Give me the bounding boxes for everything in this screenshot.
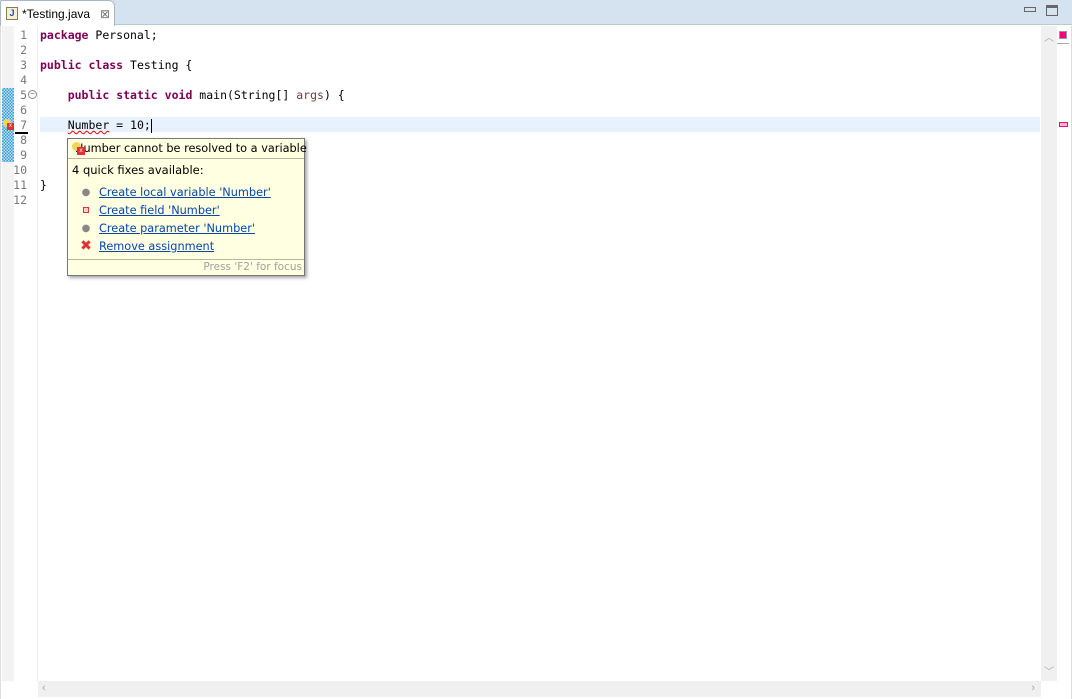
parameter-name: args xyxy=(296,88,324,102)
local-variable-icon: ● xyxy=(81,186,91,198)
code-text: Testing { xyxy=(123,58,193,72)
code-text: main(String[] xyxy=(192,88,297,102)
quick-fix-item[interactable]: ● Create local variable 'Number' xyxy=(80,183,271,201)
error-lightbulb-icon[interactable]: x xyxy=(3,119,14,130)
local-variable-icon: ● xyxy=(81,222,91,234)
code-text: ) { xyxy=(323,88,345,102)
quick-fix-count: 4 quick fixes available: xyxy=(72,163,204,177)
keyword: static xyxy=(116,88,158,102)
quick-fix-link[interactable]: Remove assignment xyxy=(99,240,214,253)
code-text: Personal; xyxy=(88,28,158,42)
error-marker[interactable] xyxy=(1059,122,1068,127)
problem-message: Number cannot be resolved to a variable xyxy=(75,142,307,155)
code-line-3: public class Testing { xyxy=(40,58,192,73)
error-summary-icon[interactable] xyxy=(1059,31,1067,39)
code-text: = 10; xyxy=(109,118,151,132)
code-line-5: public static void main(String[] args) { xyxy=(40,88,345,103)
line-number: 12 xyxy=(13,193,27,207)
line-number: 3 xyxy=(20,58,27,72)
scroll-left-icon[interactable]: ‹ xyxy=(42,682,46,694)
scroll-right-icon[interactable]: › xyxy=(1031,682,1035,694)
overview-ruler[interactable] xyxy=(1057,26,1071,681)
vertical-scrollbar[interactable]: ︿ ﹀ xyxy=(1041,26,1057,681)
quick-fix-item[interactable]: ● Create parameter 'Number' xyxy=(80,219,255,237)
line-number: 2 xyxy=(20,43,27,57)
remove-icon: ✖ xyxy=(80,238,92,254)
keyword: void xyxy=(164,88,193,102)
line-number: 1 xyxy=(20,28,27,42)
code-text: } xyxy=(40,178,47,192)
keyword: public xyxy=(67,88,110,102)
horizontal-scrollbar[interactable]: ‹ › xyxy=(38,681,1041,697)
quick-fix-link[interactable]: Create local variable 'Number' xyxy=(99,186,271,199)
tab-testing-java[interactable]: J *Testing.java ⊠ xyxy=(0,0,115,26)
quick-fix-link[interactable]: Create parameter 'Number' xyxy=(99,222,255,235)
line-number: 10 xyxy=(13,163,27,177)
line-number: 9 xyxy=(20,148,27,162)
error-token[interactable]: Number xyxy=(68,118,110,132)
keyword: public xyxy=(40,58,82,72)
scroll-up-icon[interactable]: ︿ xyxy=(1044,29,1054,44)
quick-fix-popup: x Number cannot be resolved to a variabl… xyxy=(67,138,307,276)
line-number: 11 xyxy=(13,178,27,192)
code-line-11: } xyxy=(40,178,47,193)
line-number: 5 xyxy=(20,88,27,102)
line-number: 8 xyxy=(20,133,27,147)
field-icon xyxy=(80,205,92,216)
maximize-button[interactable] xyxy=(1046,5,1058,16)
ruler-divider xyxy=(1057,43,1069,44)
line-number-ruler: 1 2 3 4 5 6 7 8 9 10 11 12 − xyxy=(13,26,38,681)
popup-header: x Number cannot be resolved to a variabl… xyxy=(68,139,307,159)
quick-fix-link[interactable]: Create field 'Number' xyxy=(99,204,220,217)
keyword: class xyxy=(88,58,124,72)
current-line-highlight xyxy=(40,117,1040,132)
fold-collapse-icon[interactable]: − xyxy=(28,90,37,99)
code-editor[interactable]: x 1 2 3 4 5 6 7 8 9 10 11 12 − package P… xyxy=(0,26,1072,699)
editor-tab-bar: J *Testing.java ⊠ xyxy=(0,0,1072,26)
line-number: 7 xyxy=(20,118,27,132)
code-line-7: Number = 10; xyxy=(40,118,153,133)
text-caret xyxy=(150,118,153,133)
code-line-1: package Personal; xyxy=(40,28,158,43)
close-tab-icon[interactable]: ⊠ xyxy=(100,7,110,21)
tab-title: *Testing.java xyxy=(22,6,91,21)
scroll-down-icon[interactable]: ﹀ xyxy=(1044,663,1054,678)
popup-footer: Press 'F2' for focus xyxy=(68,259,304,275)
line-number: 4 xyxy=(20,73,27,87)
quick-fix-item[interactable]: Create field 'Number' xyxy=(80,201,220,219)
quick-fix-item[interactable]: ✖ Remove assignment xyxy=(80,237,214,255)
minimize-button[interactable] xyxy=(1024,7,1036,12)
java-file-icon: J xyxy=(6,7,18,20)
line-number: 6 xyxy=(20,103,27,117)
keyword: package xyxy=(40,28,89,42)
